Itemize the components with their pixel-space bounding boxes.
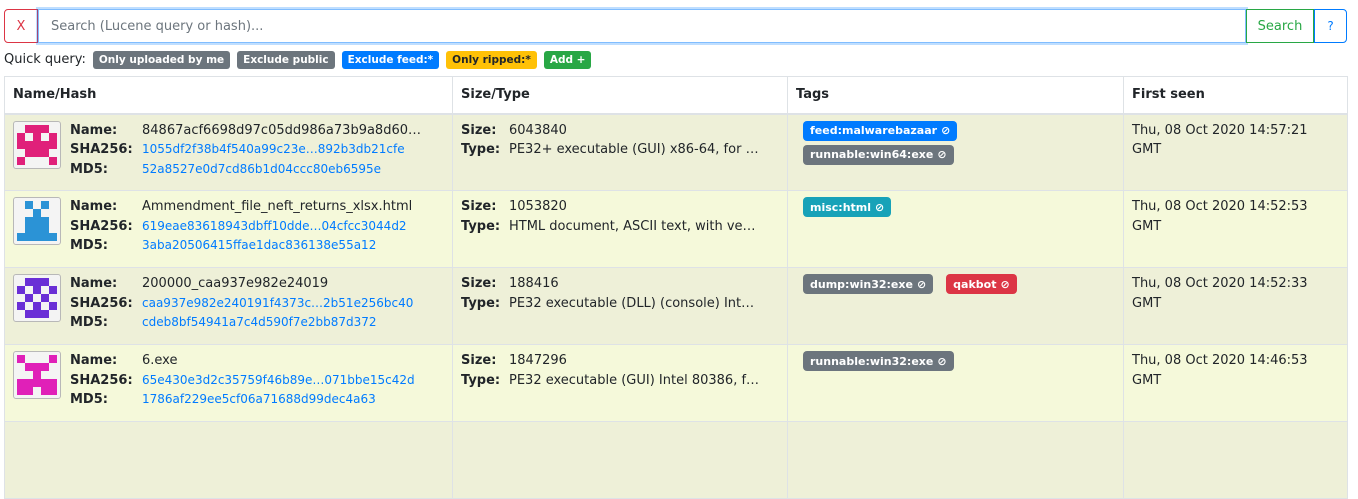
table-row[interactable] <box>4 421 1348 499</box>
md5-link[interactable]: cdeb8bf54941a7c4d590f7e2bb87d372 <box>142 313 377 333</box>
size-value: 188416 <box>509 276 559 291</box>
quick-query-label: Quick query: <box>4 52 86 67</box>
column-header-tags: Tags <box>787 76 1124 115</box>
md5-label: MD5: <box>70 161 108 177</box>
type-label: Type: <box>461 295 501 311</box>
clear-search-button[interactable]: X <box>4 9 38 43</box>
search-input[interactable] <box>38 9 1246 43</box>
size-label: Size: <box>461 199 497 214</box>
type-value: HTML document, ASCII text, with ve… <box>509 218 756 234</box>
size-value: 6043840 <box>509 122 567 138</box>
sample-name: 84867acf6698d97c05dd986a73b9a8d60… <box>142 122 421 138</box>
first-seen-tz: GMT <box>1132 295 1162 311</box>
first-seen-date: Thu, 08 Oct 2020 14:57:21 <box>1132 122 1308 138</box>
identicon-avatar <box>13 274 61 322</box>
first-seen-date: Thu, 08 Oct 2020 14:52:33 <box>1132 276 1308 291</box>
column-header-first-seen: First seen <box>1123 76 1348 115</box>
sha256-label: SHA256: <box>70 372 133 388</box>
type-label: Type: <box>461 372 501 388</box>
remove-tag-icon[interactable]: ⊘ <box>917 278 926 291</box>
sample-name: 200000_caa937e982e24019 <box>142 276 329 291</box>
tag-badge[interactable]: runnable:win64:exe ⊘ <box>803 144 954 165</box>
help-button[interactable]: ? <box>1314 9 1347 43</box>
quick-query-add-button[interactable]: Add + <box>543 50 592 69</box>
sha256-link[interactable]: 65e430e3d2c35759f46b89e…071bbe15c42d <box>142 371 415 391</box>
sha256-label: SHA256: <box>70 142 133 157</box>
name-label: Name: <box>70 353 118 368</box>
search-bar: X Search ? <box>4 9 1347 43</box>
remove-tag-icon[interactable]: ⊘ <box>941 124 950 137</box>
size-label: Size: <box>461 122 497 138</box>
sample-name: Ammendment_file_neft_returns_xlsx.html <box>142 199 413 214</box>
md5-link[interactable]: 1786af229ee5cf06a71688d99dec4a63 <box>142 390 376 410</box>
type-label: Type: <box>461 218 501 234</box>
sha256-label: SHA256: <box>70 218 133 234</box>
table-row[interactable]: Name: 6.exe SHA256: 65e430e3d2c35759f46b89… <box>4 344 1348 422</box>
remove-tag-icon[interactable]: ⊘ <box>937 355 946 368</box>
identicon-avatar <box>13 197 61 245</box>
size-value: 1053820 <box>509 199 567 214</box>
sha256-link[interactable]: caa937e982e240191f4373c…2b51e256bc40 <box>142 294 413 314</box>
md5-link[interactable]: 52a8527e0d7cd86b1d04ccc80eb6595e <box>142 160 381 180</box>
tag-badge[interactable]: dump:win32:exe ⊘ <box>803 274 934 294</box>
first-seen-date: Thu, 08 Oct 2020 14:52:53 <box>1132 199 1308 214</box>
quick-query-exclude-public[interactable]: Exclude public <box>237 50 335 69</box>
quick-query-exclude-feed[interactable]: Exclude feed:* <box>341 50 440 69</box>
remove-tag-icon[interactable]: ⊘ <box>1000 278 1009 291</box>
first-seen-tz: GMT <box>1132 372 1162 388</box>
quick-query-bar: Quick query: Only uploaded by me Exclude… <box>4 50 598 69</box>
table-row[interactable]: Name: 84867acf6698d97c05dd986a73b9a8d60… … <box>4 113 1348 191</box>
size-label: Size: <box>461 353 497 368</box>
tag-badge[interactable]: qakbot ⊘ <box>946 274 1017 294</box>
type-label: Type: <box>461 142 501 157</box>
size-value: 1847296 <box>509 353 567 368</box>
remove-tag-icon[interactable]: ⊘ <box>875 201 884 214</box>
results-table: Name/Hash Size/Type Tags First seen Name… <box>4 76 1348 499</box>
md5-link[interactable]: 3aba20506415ffae1dac836138e55a12 <box>142 236 376 256</box>
remove-tag-icon[interactable]: ⊘ <box>937 148 946 161</box>
size-label: Size: <box>461 276 497 291</box>
quick-query-only-uploaded-by-me[interactable]: Only uploaded by me <box>92 50 231 69</box>
tag-badge[interactable]: feed:malwarebazaar ⊘ <box>803 120 958 141</box>
column-header-name-hash: Name/Hash <box>4 76 453 115</box>
first-seen-tz: GMT <box>1132 218 1162 234</box>
sample-name: 6.exe <box>142 353 178 368</box>
sha256-link[interactable]: 619eae83618943dbff10dde…04cfcc3044d2 <box>142 217 407 237</box>
table-header-row: Name/Hash Size/Type Tags First seen <box>4 76 1348 115</box>
tag-badge[interactable]: misc:html ⊘ <box>803 197 892 217</box>
type-value: PE32+ executable (GUI) x86-64, for … <box>509 142 759 157</box>
md5-label: MD5: <box>70 238 108 253</box>
table-row[interactable]: Name: 200000_caa937e982e24019 SHA256: caa9… <box>4 267 1348 345</box>
type-value: PE32 executable (DLL) (console) Int… <box>509 295 755 311</box>
name-label: Name: <box>70 199 118 214</box>
first-seen-tz: GMT <box>1132 142 1162 157</box>
name-label: Name: <box>70 276 118 291</box>
search-button[interactable]: Search <box>1246 9 1314 43</box>
md5-label: MD5: <box>70 315 108 330</box>
md5-label: MD5: <box>70 392 108 407</box>
sha256-link[interactable]: 1055df2f38b4f540a99c23e…892b3db21cfe <box>142 140 405 160</box>
name-label: Name: <box>70 122 118 138</box>
table-row[interactable]: Name: Ammendment_file_neft_returns_xlsx.h… <box>4 190 1348 268</box>
quick-query-only-ripped[interactable]: Only ripped:* <box>446 50 537 69</box>
first-seen-date: Thu, 08 Oct 2020 14:46:53 <box>1132 353 1308 368</box>
sha256-label: SHA256: <box>70 295 133 311</box>
type-value: PE32 executable (GUI) Intel 80386, f… <box>509 372 760 388</box>
identicon-avatar <box>13 351 61 399</box>
identicon-avatar <box>13 120 61 169</box>
tag-badge[interactable]: runnable:win32:exe ⊘ <box>803 351 954 371</box>
column-header-size-type: Size/Type <box>452 76 788 115</box>
